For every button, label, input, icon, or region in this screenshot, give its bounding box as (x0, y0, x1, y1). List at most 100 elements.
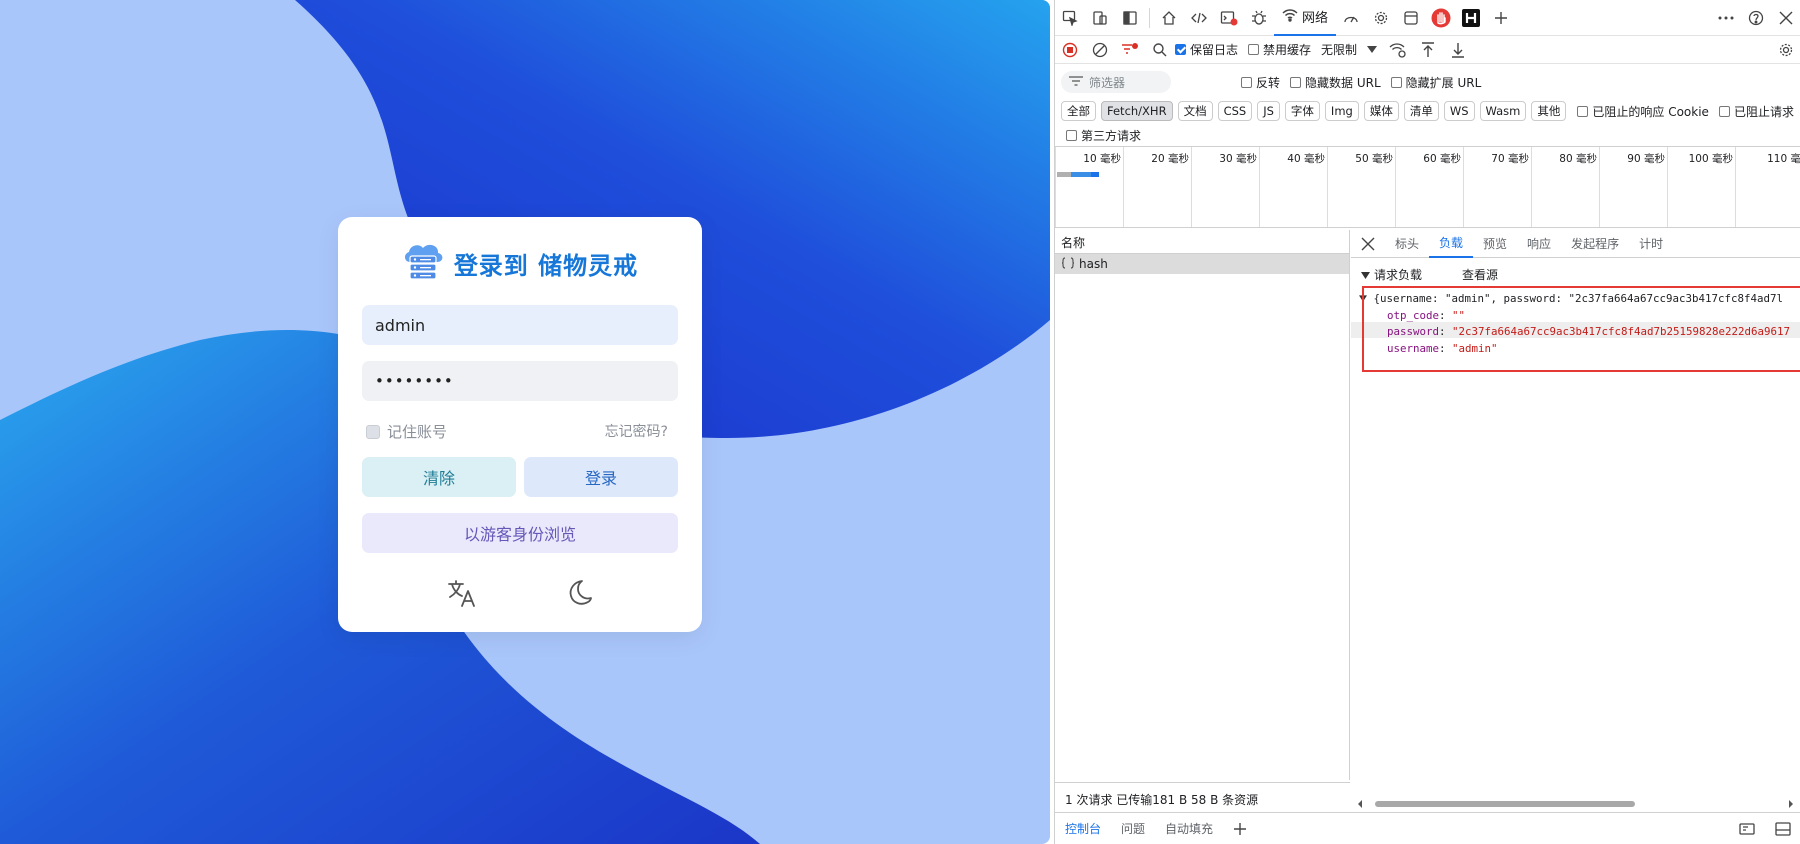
checkbox-unchecked[interactable] (1241, 76, 1252, 88)
timeline-tick: 10 毫秒 (1055, 147, 1123, 227)
horizontal-scrollbar[interactable] (1351, 797, 1800, 811)
help-icon[interactable] (1741, 3, 1771, 33)
password-input[interactable]: •••••••• (362, 361, 678, 401)
performance-icon[interactable] (1336, 3, 1366, 33)
timeline-tick: 30 毫秒 (1191, 147, 1259, 227)
chevron-down-icon[interactable] (1361, 35, 1383, 65)
invert-label: 反转 (1256, 75, 1281, 90)
type-chip[interactable]: 清单 (1403, 101, 1439, 121)
network-toolbar: 保留日志 禁用缓存 无限制 (1055, 36, 1800, 64)
throttle-value: 无限制 (1321, 43, 1358, 57)
clear-icon[interactable] (1085, 35, 1115, 65)
devtools-main-toolbar: 网络 (1055, 0, 1800, 36)
checkbox-unchecked[interactable] (1248, 44, 1260, 55)
type-chip[interactable]: 媒体 (1363, 101, 1399, 121)
close-devtools-icon[interactable] (1771, 3, 1800, 33)
download-icon[interactable] (1443, 35, 1473, 65)
name-column-header[interactable]: 名称 (1055, 230, 1349, 254)
tab-headers[interactable]: 标头 (1385, 230, 1429, 258)
tab-response[interactable]: 响应 (1517, 230, 1561, 258)
login-button[interactable]: 登录 (524, 457, 678, 497)
invert-checkbox[interactable]: 反转 (1241, 74, 1280, 91)
disable-cache-checkbox[interactable]: 禁用缓存 (1248, 41, 1311, 58)
remember-account-checkbox[interactable]: 记住账号 (366, 421, 447, 442)
type-chip[interactable]: 其他 (1531, 101, 1567, 121)
username-input[interactable]: admin (362, 305, 678, 345)
type-chip[interactable]: WS (1443, 101, 1475, 121)
drawer-tab-issues[interactable]: 问题 (1111, 813, 1155, 844)
close-detail-icon[interactable] (1351, 230, 1385, 258)
hide-data-url-checkbox[interactable]: 隐藏数据 URL (1290, 74, 1381, 91)
console-error-icon[interactable] (1214, 3, 1244, 33)
filter-bar: 筛选器 反转 隐藏数据 URL 隐藏扩展 URL (1055, 70, 1800, 94)
type-chip[interactable]: Img (1324, 101, 1359, 121)
third-party-checkbox[interactable]: 第三方请求 (1066, 127, 1141, 144)
checkbox-unchecked[interactable] (1390, 76, 1402, 88)
adblock-hand-icon[interactable] (1426, 3, 1456, 33)
network-conditions-icon[interactable] (1383, 35, 1413, 65)
tab-timing[interactable]: 计时 (1629, 230, 1673, 258)
checkbox-unchecked[interactable] (1718, 105, 1730, 117)
inspect-icon[interactable] (1055, 3, 1085, 33)
hide-ext-url-checkbox[interactable]: 隐藏扩展 URL (1390, 74, 1481, 91)
tab-network[interactable]: 网络 (1274, 0, 1337, 36)
quick-view-icon[interactable] (1729, 813, 1765, 844)
extension-h-icon[interactable] (1456, 3, 1486, 33)
add-tab-icon[interactable] (1486, 3, 1516, 33)
type-chip[interactable]: Wasm (1479, 101, 1527, 121)
forgot-password-link[interactable]: 忘记密码? (605, 421, 668, 441)
settings-gear-icon[interactable] (1366, 3, 1396, 33)
blocked-cookies-checkbox[interactable]: 已阻止的响应 Cookie (1577, 103, 1709, 120)
undock-drawer-icon[interactable] (1765, 813, 1800, 844)
drawer-tab-autofill[interactable]: 自动填充 (1155, 813, 1223, 844)
payload-title: 请求负载 (1374, 268, 1423, 282)
upload-icon[interactable] (1413, 35, 1443, 65)
type-chip[interactable]: 全部 (1061, 101, 1096, 121)
preserve-log-checkbox[interactable]: 保留日志 (1175, 41, 1238, 58)
toolbar-divider (1149, 7, 1150, 28)
tab-initiator[interactable]: 发起程序 (1561, 230, 1629, 258)
login-card: 登录到 储物灵戒 admin •••••••• 记住账号 忘记密码? 清除 登录… (338, 217, 702, 632)
more-options-icon[interactable] (1711, 3, 1741, 33)
checkbox-unchecked[interactable] (1577, 105, 1589, 117)
moon-icon[interactable] (563, 577, 595, 613)
dock-side-icon[interactable] (1115, 3, 1145, 33)
type-chip-selected[interactable]: Fetch/XHR (1101, 101, 1173, 121)
type-chip[interactable]: CSS (1217, 101, 1253, 121)
request-row[interactable]: hash (1055, 254, 1349, 274)
request-timing-bar (1057, 172, 1099, 177)
timeline-tick: 50 毫秒 (1327, 147, 1395, 227)
elements-code-icon[interactable] (1184, 3, 1214, 33)
tab-preview[interactable]: 预览 (1473, 230, 1517, 258)
login-title-row: 登录到 储物灵戒 (338, 244, 702, 281)
network-settings-gear-icon[interactable] (1771, 35, 1800, 65)
drawer-add-icon[interactable] (1223, 813, 1257, 844)
view-source-link[interactable]: 查看源 (1462, 266, 1498, 283)
request-list: 名称 hash (1055, 230, 1350, 780)
type-chip[interactable]: 文档 (1177, 101, 1213, 121)
welcome-home-icon[interactable] (1154, 3, 1184, 33)
blocked-requests-checkbox[interactable]: 已阻止请求 (1718, 103, 1794, 120)
checkbox-checked[interactable] (1175, 44, 1186, 55)
guest-browse-button[interactable]: 以游客身份浏览 (362, 513, 678, 553)
checkbox-box[interactable] (366, 424, 380, 439)
checkbox-unchecked[interactable] (1290, 76, 1302, 88)
type-chip[interactable]: 字体 (1284, 101, 1320, 121)
record-stop-icon[interactable] (1055, 35, 1085, 65)
search-icon[interactable] (1145, 35, 1175, 65)
clear-button[interactable]: 清除 (362, 457, 516, 497)
sources-bug-icon[interactable] (1244, 3, 1274, 33)
throttle-select[interactable]: 无限制 (1321, 41, 1357, 58)
payload-section-header[interactable]: 请求负载 (1361, 266, 1422, 283)
tab-payload[interactable]: 负载 (1429, 230, 1474, 258)
filter-error-icon[interactable] (1115, 35, 1145, 65)
device-toolbar-icon[interactable] (1085, 3, 1115, 33)
translate-icon[interactable] (446, 577, 478, 613)
filter-input[interactable]: 筛选器 (1061, 71, 1171, 93)
detail-tabs: 标头 负载 预览 响应 发起程序 计时 (1351, 230, 1800, 258)
application-icon[interactable] (1396, 3, 1426, 33)
type-chip[interactable]: JS (1257, 101, 1280, 121)
checkbox-unchecked[interactable] (1066, 129, 1077, 141)
drawer-tab-console[interactable]: 控制台 (1055, 813, 1111, 844)
waterfall-overview[interactable]: 10 毫秒 20 毫秒 30 毫秒 40 毫秒 50 毫秒 60 毫秒 70 毫秒 80 毫秒… (1055, 146, 1800, 228)
